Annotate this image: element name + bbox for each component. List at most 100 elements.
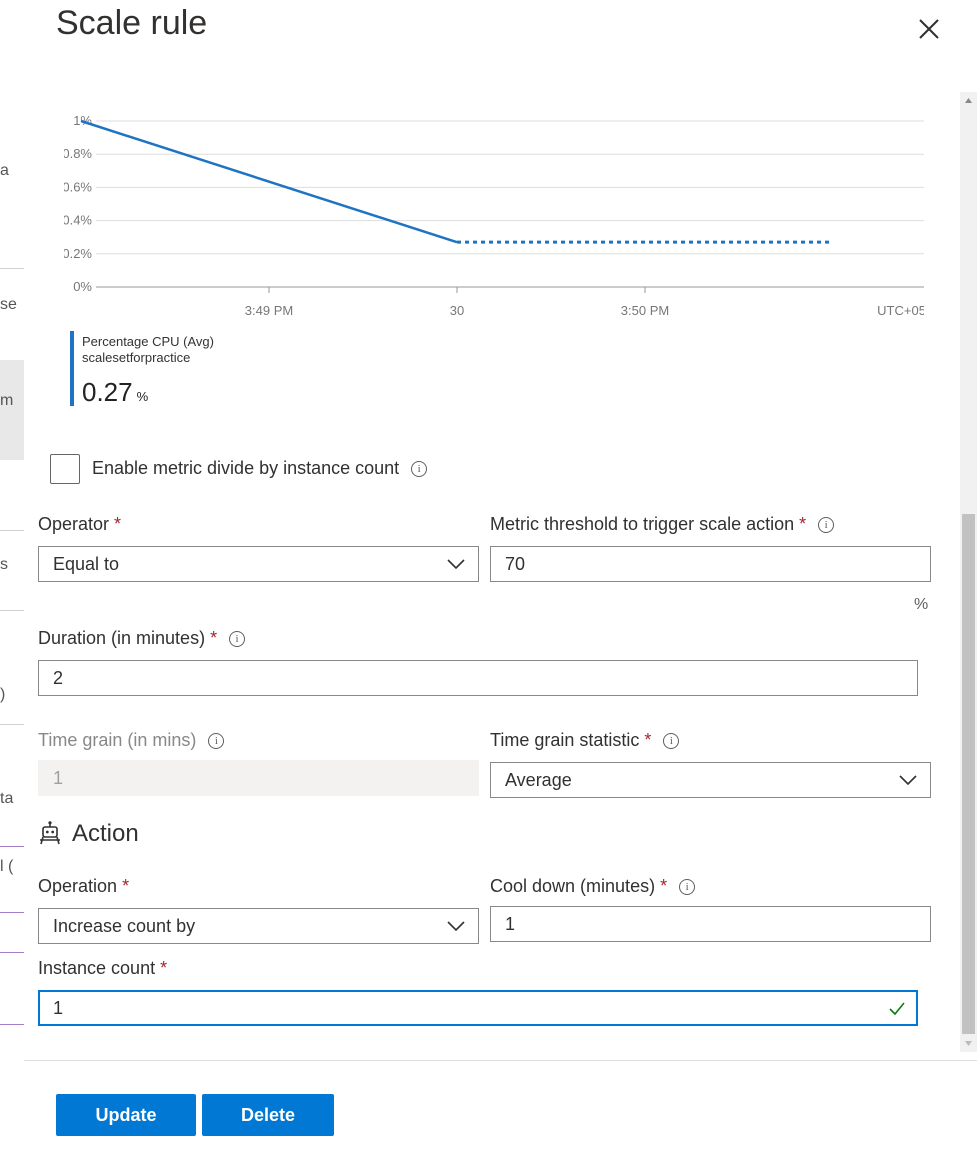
threshold-value: 70: [505, 554, 526, 574]
chart-series-line: [80, 119, 458, 244]
time-grain-label: Time grain (in mins) i: [38, 730, 225, 751]
required-marker: *: [160, 958, 168, 978]
chart-x-tick-label: 3:49 PM: [245, 303, 293, 318]
info-icon[interactable]: i: [818, 517, 835, 533]
legend-color-bar: [70, 331, 74, 406]
background-divider: [0, 724, 24, 725]
chart-series: [80, 119, 833, 244]
chart-x-tick-label: 30: [450, 303, 464, 318]
time-grain-statistic-label: Time grain statistic * i: [490, 730, 680, 751]
legend-value-number: 0.27: [82, 377, 133, 407]
panel-title: Scale rule: [56, 4, 208, 42]
footer-divider: [24, 1060, 977, 1061]
threshold-input[interactable]: 70: [490, 546, 931, 582]
chart-x-tick-label: 3:50 PM: [621, 303, 669, 318]
background-divider: [0, 846, 24, 847]
caret-up-icon: [965, 98, 972, 103]
info-icon[interactable]: i: [411, 461, 428, 477]
chevron-down-icon: [447, 921, 465, 932]
chart-y-axis: 1%0.8%0.6%0.4%0.2%0%: [64, 113, 92, 294]
duration-label: Duration (in minutes) * i: [38, 628, 246, 649]
close-icon: [919, 19, 939, 39]
legend-value: 0.27%: [82, 377, 148, 408]
caret-down-icon: [965, 1041, 972, 1046]
action-section-heading: Action: [38, 820, 139, 848]
required-marker: *: [660, 876, 668, 896]
legend-value-unit: %: [136, 389, 149, 404]
background-text-fragment: m: [0, 392, 14, 409]
enable-metric-divide-text: Enable metric divide by instance count: [92, 458, 400, 478]
cool-down-label: Cool down (minutes) * i: [490, 876, 696, 897]
instance-count-input[interactable]: 1: [38, 990, 918, 1026]
action-heading-text: Action: [72, 820, 139, 847]
chart-y-tick-label: 0.2%: [64, 246, 92, 261]
time-grain-statistic-dropdown[interactable]: Average: [490, 762, 931, 798]
threshold-label: Metric threshold to trigger scale action…: [490, 514, 835, 535]
chevron-down-icon: [447, 559, 465, 570]
operator-label-text: Operator: [38, 514, 110, 534]
legend-resource-name: scalesetforpractice: [82, 350, 191, 365]
chevron-down-icon: [899, 775, 917, 786]
info-icon[interactable]: i: [229, 631, 246, 647]
background-divider: [0, 610, 24, 611]
cool-down-label-text: Cool down (minutes): [490, 876, 656, 896]
scroll-up-arrow[interactable]: [960, 92, 977, 110]
background-divider: [0, 952, 24, 953]
required-marker: *: [644, 730, 652, 750]
chart-y-tick-label: 0.4%: [64, 213, 92, 228]
legend-metric-name: Percentage CPU (Avg): [82, 334, 214, 349]
scale-rule-panel: Scale rule 1% 0.8% 0.6% 0.4% 0.2% 0% 3:49 PM 3…: [24, 0, 977, 1157]
time-grain-statistic-label-text: Time grain statistic: [490, 730, 640, 750]
operator-label: Operator *: [38, 514, 121, 535]
required-marker: *: [122, 876, 130, 896]
background-blade-edge: a se m s ) ta l (: [0, 0, 24, 1157]
chart-y-tick-label: 0.8%: [64, 146, 92, 161]
cool-down-value: 1: [505, 914, 516, 934]
info-icon[interactable]: i: [679, 879, 696, 895]
background-text-fragment: ta: [0, 790, 14, 807]
info-icon[interactable]: i: [208, 733, 225, 749]
required-marker: *: [210, 628, 218, 648]
operation-label-text: Operation: [38, 876, 118, 896]
scrollbar-thumb[interactable]: [962, 514, 975, 1034]
background-text-fragment: se: [0, 296, 17, 313]
threshold-unit: %: [914, 596, 929, 613]
background-divider: [0, 1024, 24, 1025]
required-marker: *: [114, 514, 122, 534]
enable-metric-divide-label: Enable metric divide by instance count i: [92, 458, 428, 479]
update-button[interactable]: Update: [56, 1094, 196, 1136]
instance-count-value: 1: [53, 998, 64, 1018]
chart-gridlines: [96, 120, 924, 288]
delete-button[interactable]: Delete: [202, 1094, 334, 1136]
duration-value: 2: [53, 668, 64, 688]
chart-timezone-label: UTC+05:30: [877, 303, 924, 318]
background-divider: [0, 530, 24, 531]
background-text-fragment: ): [0, 686, 6, 703]
chart-y-tick-label: 0%: [73, 279, 92, 294]
operator-selected-value: Equal to: [53, 554, 120, 574]
cpu-metric-chart: 1%0.8%0.6%0.4%0.2%0% 3:49 PM 30 3:50 PM UTC…: [64, 113, 924, 318]
time-grain-input: 1: [38, 760, 479, 796]
background-text-fragment: a: [0, 162, 9, 179]
enable-metric-divide-checkbox[interactable]: [50, 454, 80, 484]
chart-y-tick-label: 0.6%: [64, 179, 92, 194]
required-marker: *: [799, 514, 807, 534]
background-text-fragment: s: [0, 556, 8, 573]
duration-input[interactable]: 2: [38, 660, 918, 696]
background-divider: [0, 268, 24, 269]
time-grain-label-text: Time grain (in mins): [38, 730, 197, 750]
info-icon[interactable]: i: [663, 733, 680, 749]
operator-dropdown[interactable]: Equal to: [38, 546, 479, 582]
operation-label: Operation *: [38, 876, 129, 897]
threshold-label-text: Metric threshold to trigger scale action: [490, 514, 795, 534]
operation-selected-value: Increase count by: [53, 916, 196, 936]
scroll-down-arrow[interactable]: [960, 1034, 977, 1052]
time-grain-statistic-selected-value: Average: [505, 770, 572, 790]
background-selected-row: [0, 360, 24, 460]
scrollbar[interactable]: [960, 92, 977, 1052]
chart-x-axis: 3:49 PM 30 3:50 PM UTC+05:30: [245, 287, 924, 318]
time-grain-value: 1: [53, 768, 64, 788]
cool-down-input[interactable]: 1: [490, 906, 931, 942]
close-button[interactable]: [914, 14, 944, 44]
operation-dropdown[interactable]: Increase count by: [38, 908, 479, 944]
